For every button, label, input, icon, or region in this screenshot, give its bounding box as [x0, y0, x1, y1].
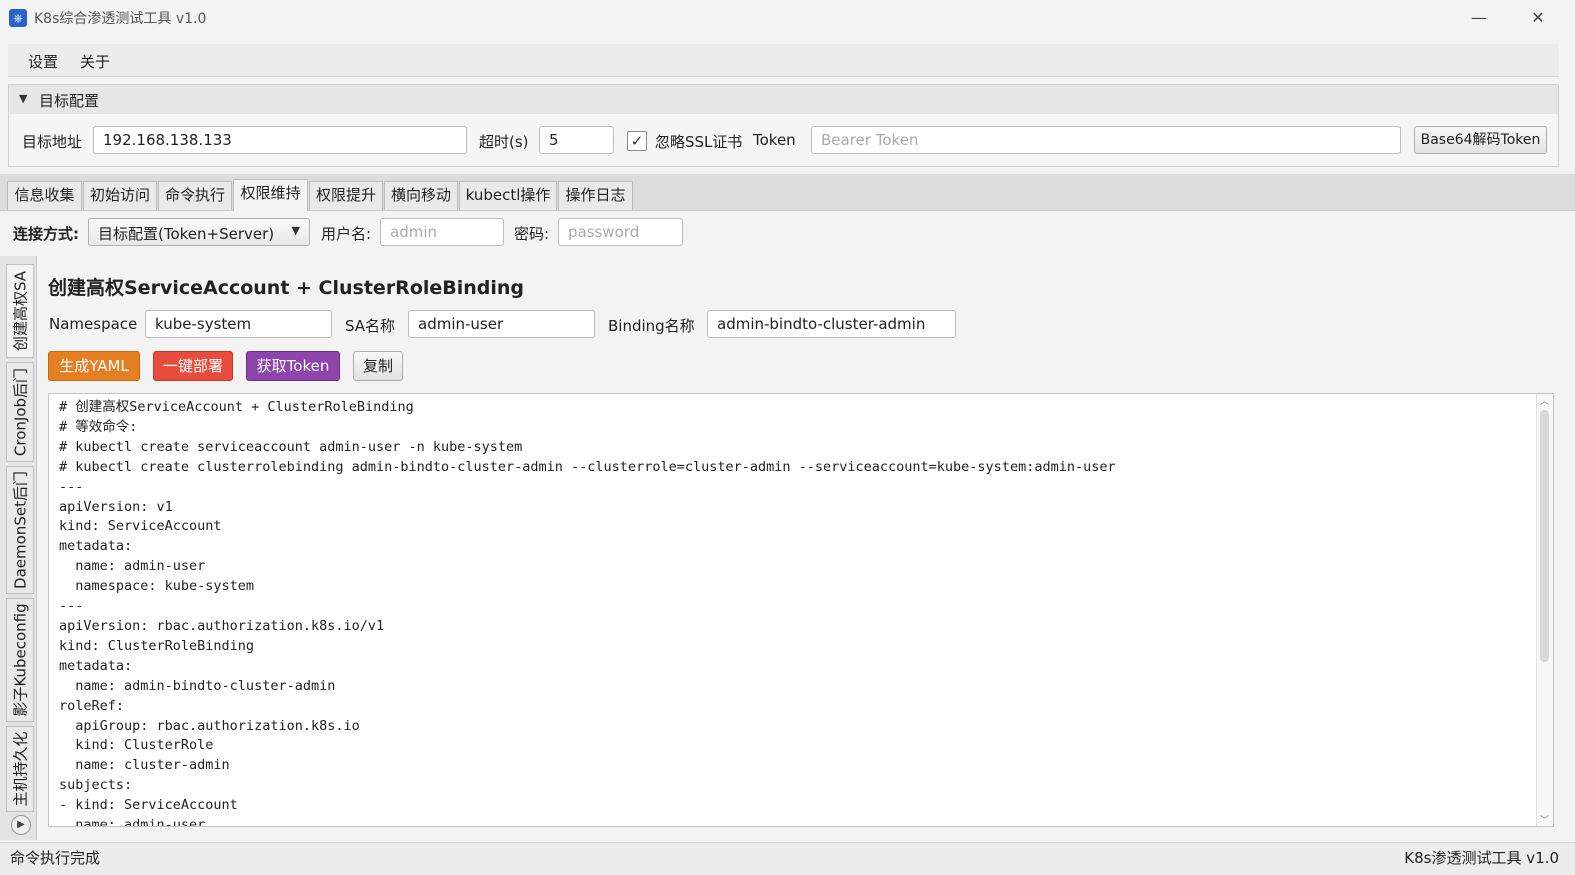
ignore-ssl-label: 忽略SSL证书 [655, 133, 743, 151]
generate-yaml-button[interactable]: 生成YAML [48, 351, 140, 381]
code-line: kind: ServiceAccount [59, 518, 222, 535]
main-tab-strip: 信息收集 初始访问 命令执行 权限维持 权限提升 横向移动 kubectl操作 … [0, 174, 1575, 211]
target-config-header[interactable]: ▼ 目标配置 [8, 84, 1559, 115]
menu-about[interactable]: 关于 [80, 51, 110, 72]
binding-name-label: Binding名称 [608, 317, 695, 335]
code-line: namespace: kube-system [59, 578, 255, 595]
code-line: subjects: [59, 777, 133, 794]
code-line: --- [59, 598, 84, 615]
status-message: 命令执行完成 [10, 849, 101, 867]
side-tab-label: 主机持久化 [11, 731, 30, 807]
tab-lateral-movement[interactable]: 横向移动 [384, 181, 458, 210]
username-label: 用户名: [321, 225, 372, 243]
side-tab-create-sa[interactable]: 创建高权SA [6, 264, 34, 358]
tab-recon[interactable]: 信息收集 [7, 181, 82, 210]
yaml-code: # 创建高权ServiceAccount + ClusterRoleBindin… [59, 398, 1116, 827]
scroll-down-icon[interactable]: ﹀ [1540, 813, 1549, 826]
side-tabs-scroll-right-icon[interactable]: ▶ [11, 815, 31, 835]
copy-button[interactable]: 复制 [353, 351, 403, 381]
close-button[interactable]: ✕ [1515, 4, 1561, 32]
status-app-version: K8s渗透测试工具 v1.0 [1404, 849, 1559, 867]
tab-persistence[interactable]: 权限维持 [233, 179, 308, 211]
code-line: - kind: ServiceAccount [59, 797, 238, 814]
connection-mode-select[interactable]: 目标配置(Token+Server) ▼ [88, 218, 310, 246]
code-line: name: admin-user [59, 558, 206, 575]
sa-name-input[interactable]: admin-user [408, 310, 595, 338]
tab-initial-access[interactable]: 初始访问 [83, 181, 157, 210]
menu-settings[interactable]: 设置 [28, 51, 58, 72]
code-line: name: admin-bindto-cluster-admin [59, 677, 336, 694]
checkmark-icon: ✓ [630, 132, 644, 150]
title-bar: ⎈ K8s综合渗透测试工具 v1.0 — ✕ [0, 0, 1575, 36]
code-line: apiVersion: rbac.authorization.k8s.io/v1 [59, 617, 385, 634]
target-address-label: 目标地址 [22, 133, 83, 151]
side-tab-label: DaemonSet后门 [11, 471, 30, 589]
editor-scrollbar[interactable]: ︿ ﹀ [1536, 394, 1553, 826]
deploy-button[interactable]: 一键部署 [153, 351, 233, 381]
username-input[interactable]: admin [380, 218, 504, 246]
tab-operation-log[interactable]: 操作日志 [558, 181, 633, 210]
side-tab-label: CronJob后门 [11, 367, 30, 457]
menu-bar: 设置 关于 [8, 44, 1559, 77]
code-line: roleRef: [59, 697, 125, 714]
code-line: name: admin-user [59, 817, 206, 827]
namespace-input[interactable]: kube-system [145, 310, 332, 338]
code-line: # kubectl create clusterrolebinding admi… [59, 458, 1116, 475]
connection-mode-value: 目标配置(Token+Server) [98, 225, 275, 243]
sa-name-label: SA名称 [345, 317, 396, 335]
side-tab-host-persistence[interactable]: 主机持久化 [6, 726, 34, 812]
side-tab-cronjob[interactable]: CronJob后门 [6, 362, 34, 462]
section-title: 创建高权ServiceAccount + ClusterRoleBinding [48, 277, 525, 299]
token-input[interactable]: Bearer Token [811, 126, 1401, 154]
side-tab-label: 创建高权SA [11, 270, 30, 352]
tab-privilege-escalation[interactable]: 权限提升 [309, 181, 383, 210]
password-label: 密码: [514, 225, 550, 243]
code-line: metadata: [59, 657, 133, 674]
code-line: # 创建高权ServiceAccount + ClusterRoleBindin… [59, 399, 414, 415]
namespace-label: Namespace [49, 315, 138, 333]
chevron-down-icon: ▼ [291, 224, 300, 237]
code-line: metadata: [59, 538, 133, 555]
base64-decode-button[interactable]: Base64解码Token [1414, 126, 1547, 154]
side-tab-strip: 创建高权SA CronJob后门 DaemonSet后门 影子Kubeconfi… [0, 256, 37, 840]
get-token-button[interactable]: 获取Token [246, 351, 340, 381]
maximize-button[interactable] [1458, 4, 1504, 32]
code-line: --- [59, 478, 84, 495]
code-line: apiVersion: v1 [59, 498, 173, 515]
window-title: K8s综合渗透测试工具 v1.0 [34, 11, 207, 27]
token-label: Token [753, 131, 796, 149]
scrollbar-thumb[interactable] [1540, 410, 1549, 662]
tab-kubectl[interactable]: kubectl操作 [459, 181, 557, 210]
code-line: kind: ClusterRole [59, 737, 214, 754]
tab-command-exec[interactable]: 命令执行 [158, 181, 232, 210]
target-config-title: 目标配置 [39, 92, 100, 110]
side-tab-label: 影子Kubeconfig [11, 603, 30, 717]
target-address-input[interactable]: 192.168.138.133 [93, 126, 467, 154]
code-line: # 等效命令: [59, 418, 138, 435]
timeout-input[interactable]: 5 [539, 126, 614, 154]
code-line: apiGroup: rbac.authorization.k8s.io [59, 717, 360, 734]
ignore-ssl-checkbox[interactable]: ✓ [627, 131, 647, 151]
code-line: name: cluster-admin [59, 757, 230, 774]
code-line: kind: ClusterRoleBinding [59, 637, 255, 654]
app-logo-icon: ⎈ [9, 9, 27, 27]
side-tab-daemonset[interactable]: DaemonSet后门 [6, 466, 34, 594]
timeout-label: 超时(s) [479, 133, 529, 151]
status-bar: 命令执行完成 K8s渗透测试工具 v1.0 [0, 842, 1575, 875]
collapse-triangle-icon: ▼ [19, 92, 28, 105]
binding-name-input[interactable]: admin-bindto-cluster-admin [707, 310, 956, 338]
yaml-output-textarea[interactable]: # 创建高权ServiceAccount + ClusterRoleBindin… [48, 393, 1554, 827]
connection-mode-label: 连接方式: [13, 225, 79, 243]
code-line: # kubectl create serviceaccount admin-us… [59, 438, 523, 455]
password-input[interactable]: password [558, 218, 683, 246]
scroll-up-icon[interactable]: ︿ [1540, 394, 1549, 407]
side-tab-shadow-kubeconfig[interactable]: 影子Kubeconfig [6, 598, 34, 722]
